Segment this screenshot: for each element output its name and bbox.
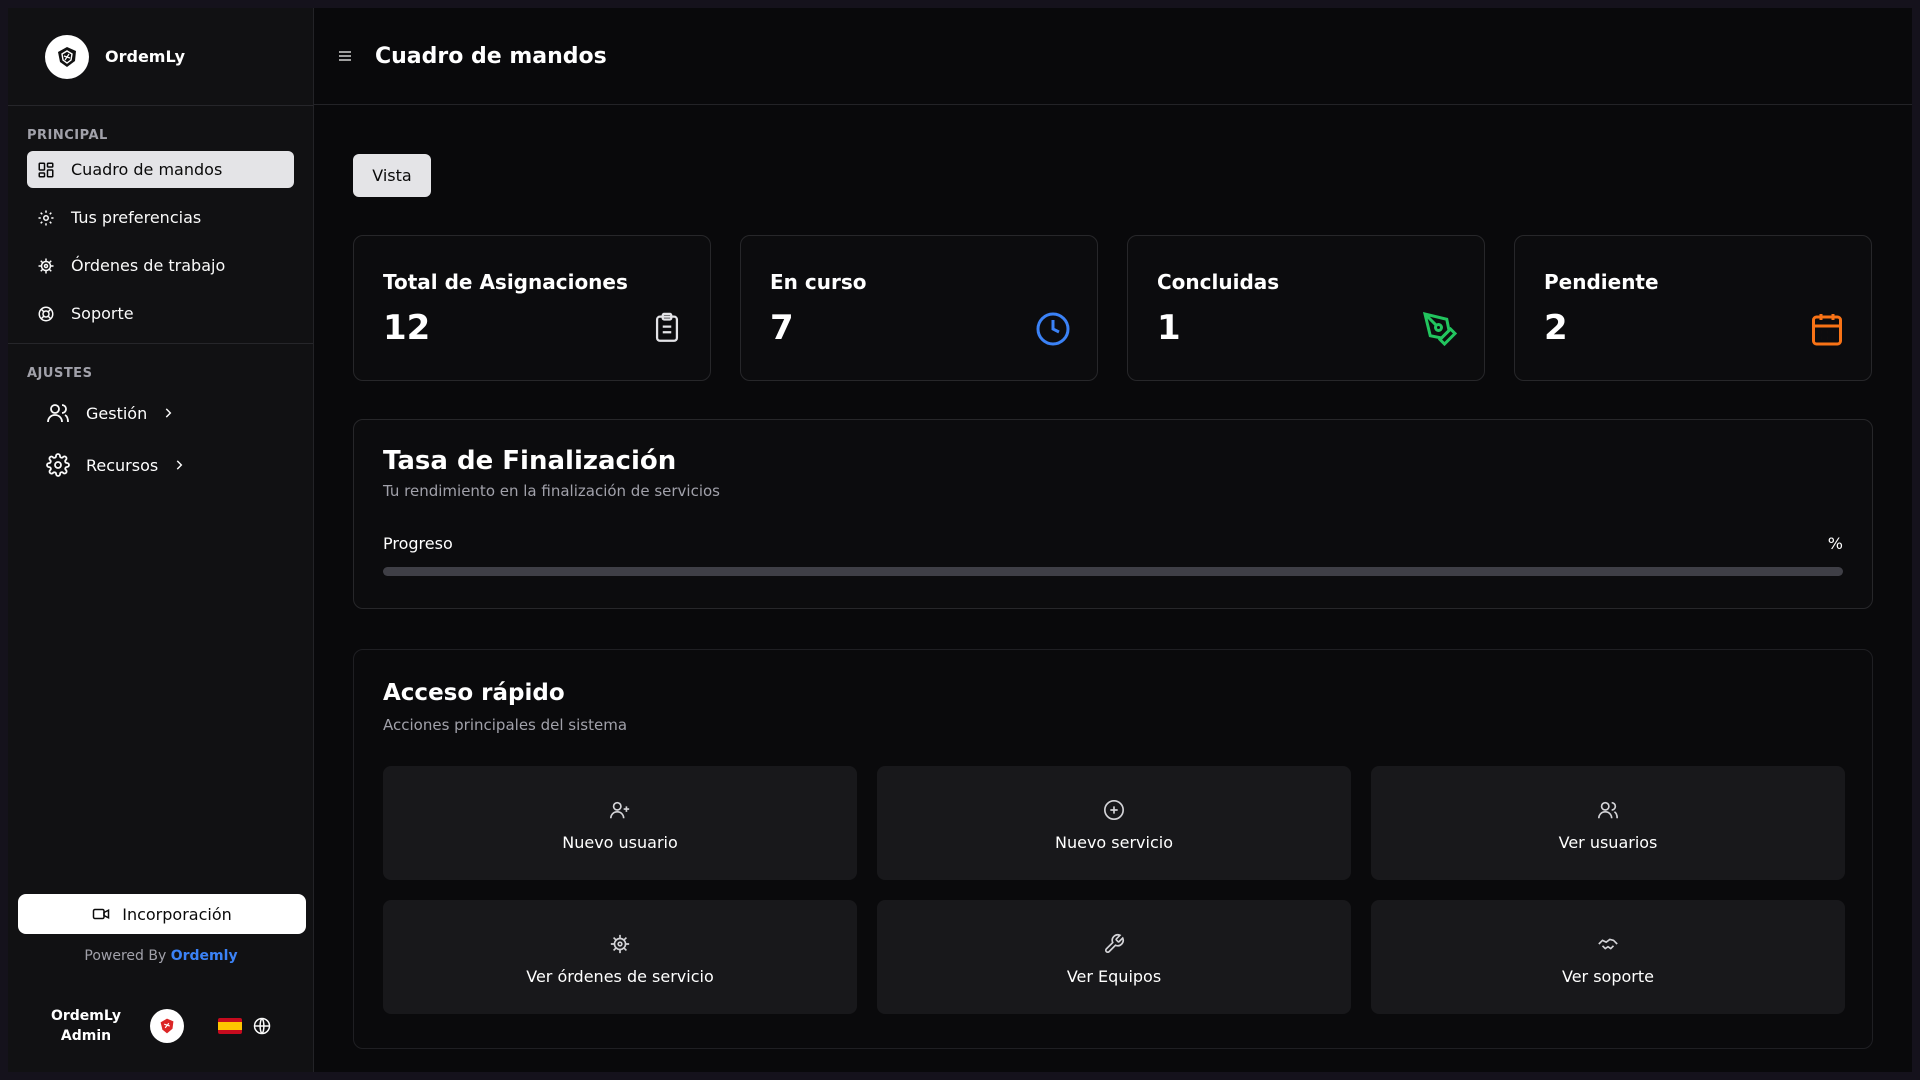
user-block: OrdemLy Admin [48, 1001, 308, 1051]
page-title: Cuadro de mandos [375, 43, 607, 69]
new-user-button[interactable]: Nuevo usuario [383, 766, 857, 880]
brand-name: OrdemLy [105, 47, 186, 66]
sidebar-item-dashboard[interactable]: Cuadro de mandos [27, 151, 294, 188]
quick-button-label: Ver Equipos [1066, 966, 1162, 986]
onboarding-label: Incorporación [122, 904, 232, 924]
stat-value: 2 [1544, 308, 1568, 348]
cog-icon [609, 933, 631, 955]
stat-title: Pendiente [1544, 270, 1659, 294]
stat-title: Concluidas [1157, 270, 1280, 294]
calendar-icon [1809, 311, 1845, 347]
powered-prefix: Powered By [84, 948, 167, 964]
progress-row: Progreso % [383, 534, 1843, 553]
content: Vista Total de Asignaciones 12 En curso … [314, 154, 1912, 1049]
quick-button-label: Nuevo servicio [1055, 832, 1173, 852]
completion-subtitle: Tu rendimiento en la finalización de ser… [383, 482, 720, 500]
stat-card-in-progress: En curso 7 [740, 235, 1098, 381]
stat-card-completed: Concluidas 1 [1127, 235, 1485, 381]
avatar[interactable] [150, 1009, 184, 1043]
gear-icon [38, 210, 54, 225]
onboarding-button[interactable]: Incorporación [18, 894, 306, 934]
sidebar: OrdemLy PRINCIPAL Cuadro de mandos Tus p… [8, 8, 314, 1072]
quick-button-label: Ver órdenes de servicio [526, 966, 714, 986]
main-area: Cuadro de mandos Vista Total de Asignaci… [314, 8, 1912, 1072]
settings-icon [46, 453, 70, 477]
completion-title: Tasa de Finalización [383, 446, 677, 476]
user-name[interactable]: OrdemLy Admin [48, 1006, 124, 1046]
sidebar-group-management[interactable]: Gestión [8, 393, 313, 433]
section-label-principal: PRINCIPAL [27, 128, 108, 143]
progress-label: Progreso [383, 534, 453, 553]
quick-button-label: Nuevo usuario [562, 832, 678, 852]
view-service-orders-button[interactable]: Ver órdenes de servicio [383, 900, 857, 1014]
spain-flag-icon[interactable] [218, 1018, 242, 1034]
lifebuoy-icon [38, 306, 54, 321]
quick-button-label: Ver soporte [1562, 966, 1654, 986]
users-icon [1597, 799, 1619, 821]
completion-rate-card: Tasa de Finalización Tu rendimiento en l… [353, 419, 1873, 609]
section-label-ajustes: AJUSTES [27, 366, 93, 381]
quick-grid: Nuevo usuario Nuevo servicio Ver usuario… [383, 766, 1845, 1014]
tab-vista[interactable]: Vista [353, 154, 431, 197]
dashboard-icon [38, 162, 54, 177]
quick-subtitle: Acciones principales del sistema [383, 716, 628, 734]
powered-by: Powered By Ordemly [8, 948, 314, 964]
topbar: Cuadro de mandos [314, 8, 1912, 105]
sidebar-divider [8, 343, 313, 344]
sidebar-item-label: Tus preferencias [71, 208, 202, 227]
stat-title: Total de Asignaciones [383, 270, 628, 294]
stats-row: Total de Asignaciones 12 En curso 7 Conc… [353, 235, 1875, 381]
view-users-button[interactable]: Ver usuarios [1371, 766, 1845, 880]
progress-bar [383, 567, 1843, 576]
stat-title: En curso [770, 270, 867, 294]
wrench-icon [1103, 933, 1125, 955]
stat-value: 7 [770, 308, 794, 348]
users-icon [46, 401, 70, 425]
brand[interactable]: OrdemLy [8, 8, 313, 106]
view-support-button[interactable]: Ver soporte [1371, 900, 1845, 1014]
clock-icon [1035, 311, 1071, 347]
stat-card-pending: Pendiente 2 [1514, 235, 1872, 381]
sidebar-item-label: Soporte [71, 304, 134, 323]
clipboard-icon [650, 311, 684, 345]
app-window: OrdemLy PRINCIPAL Cuadro de mandos Tus p… [8, 8, 1912, 1072]
chevron-right-icon [172, 458, 186, 472]
cog-icon [38, 258, 54, 273]
quick-title: Acceso rápido [383, 680, 565, 706]
sidebar-group-label: Recursos [86, 455, 159, 475]
sidebar-group-resources[interactable]: Recursos [8, 445, 313, 485]
menu-icon[interactable] [337, 48, 353, 64]
quick-button-label: Ver usuarios [1558, 832, 1658, 852]
view-equipment-button[interactable]: Ver Equipos [877, 900, 1351, 1014]
globe-icon[interactable] [252, 1016, 272, 1036]
chevron-right-icon [161, 406, 175, 420]
sidebar-item-label: Órdenes de trabajo [71, 256, 226, 275]
video-icon [92, 908, 110, 920]
sidebar-item-work-orders[interactable]: Órdenes de trabajo [27, 247, 294, 284]
stat-value: 12 [383, 308, 431, 348]
brand-logo-icon [45, 34, 89, 79]
pen-tool-icon [1422, 311, 1458, 347]
stat-card-total: Total de Asignaciones 12 [353, 235, 711, 381]
user-plus-icon [609, 799, 631, 821]
sidebar-group-label: Gestión [86, 403, 148, 423]
sidebar-item-preferences[interactable]: Tus preferencias [27, 199, 294, 236]
powered-brand-link[interactable]: Ordemly [171, 948, 238, 964]
stat-value: 1 [1157, 308, 1181, 348]
new-service-button[interactable]: Nuevo servicio [877, 766, 1351, 880]
handshake-icon [1597, 933, 1619, 955]
plus-circle-icon [1103, 799, 1125, 821]
progress-percent: % [1827, 534, 1843, 553]
nav-list: Cuadro de mandos Tus preferencias Órdene… [8, 143, 313, 332]
sidebar-item-support[interactable]: Soporte [27, 295, 294, 332]
quick-access-card: Acceso rápido Acciones principales del s… [353, 649, 1873, 1049]
sidebar-item-label: Cuadro de mandos [71, 160, 223, 179]
